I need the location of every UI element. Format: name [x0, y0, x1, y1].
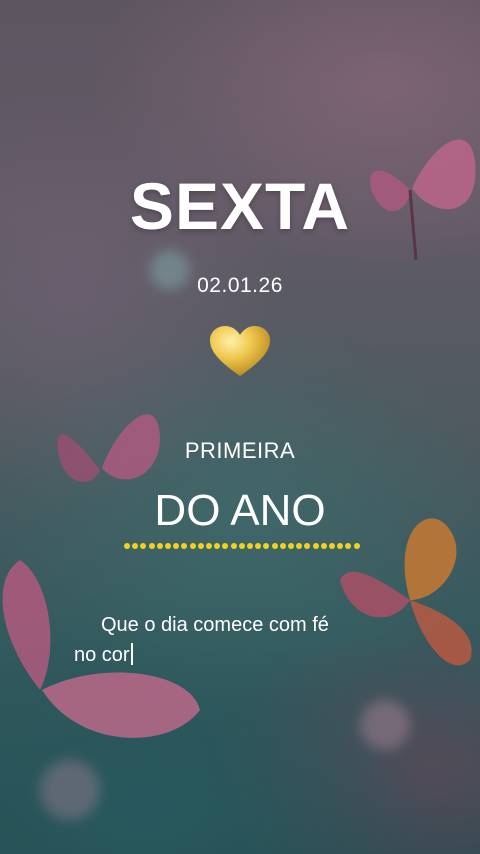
divider-dot — [238, 543, 245, 549]
divider-dot — [156, 543, 163, 549]
divider-dot — [173, 543, 180, 549]
divider-dot — [197, 543, 204, 549]
divider-dot — [214, 543, 221, 549]
divider-dot — [288, 543, 295, 549]
divider-dot — [222, 543, 229, 549]
divider-dot — [140, 543, 147, 549]
message-line-2: no cor — [74, 644, 130, 666]
divider-dot — [263, 543, 270, 549]
divider-dot — [337, 543, 344, 549]
divider-dot — [206, 543, 213, 549]
divider-dot — [124, 543, 130, 549]
bokeh-light — [40, 760, 100, 820]
divider-dot — [329, 543, 336, 549]
divider-dot — [312, 543, 319, 549]
divider-dot — [181, 543, 188, 549]
divider-dot — [304, 543, 311, 549]
divider-dot — [271, 543, 278, 549]
divider-dot — [148, 543, 155, 549]
message-line-1: Que o dia comece com fé — [101, 614, 329, 636]
divider-dot — [255, 543, 262, 549]
dotted-divider — [124, 542, 360, 550]
divider-dot — [353, 543, 360, 549]
subtitle-small: PRIMEIRA — [184, 438, 296, 463]
divider-dot — [165, 543, 172, 549]
divider-dot — [279, 543, 286, 549]
message-text-input[interactable]: Que o dia comece com fé no cor — [74, 610, 394, 670]
divider-dot — [230, 543, 237, 549]
golden-heart-icon — [210, 326, 270, 376]
date-label: 02.01.26 — [197, 274, 283, 297]
divider-dot — [132, 543, 139, 549]
divider-dot — [189, 543, 196, 549]
text-cursor — [130, 643, 133, 665]
divider-dot — [247, 543, 254, 549]
subtitle-large: DO ANO — [154, 486, 326, 535]
divider-dot — [345, 543, 352, 549]
divider-dot — [320, 543, 327, 549]
day-title: SEXTA — [129, 169, 351, 243]
bokeh-light — [360, 700, 410, 750]
divider-dot — [296, 543, 303, 549]
